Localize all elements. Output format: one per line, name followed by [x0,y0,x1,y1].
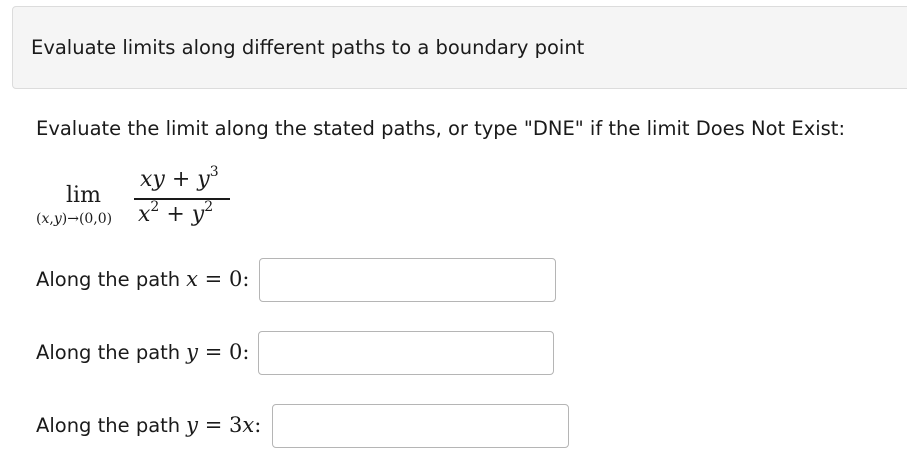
path-label: Along the path [36,340,181,364]
header-title: Evaluate limits along different paths to… [31,36,585,59]
limit-fraction: xy + y3 x2 + y2 [134,164,230,232]
path-colon: : [254,413,262,437]
limit-expression: lim (x,y)→(0,0) xy + y3 x2 + y2 [36,164,296,236]
header-panel: Evaluate limits along different paths to… [12,6,907,89]
path-colon: : [242,267,250,291]
answer-input-y-equals-0[interactable] [258,331,554,375]
path-label: Along the path [36,267,181,291]
instructions-text: Evaluate the limit along the stated path… [36,117,846,140]
path-equation: y = 3x [186,413,255,437]
fraction-numerator: xy + y3 [140,164,219,192]
path-row-y-equals-0: Along the path y = 0: [36,330,249,374]
limit-subscript: (x,y)→(0,0) [36,211,113,227]
path-row-y-equals-3x: Along the path y = 3x: [36,403,261,447]
answer-input-y-equals-3x[interactable] [272,404,569,448]
path-label: Along the path [36,413,181,437]
limit-operator: lim [66,183,101,208]
path-colon: : [242,340,250,364]
fraction-bar [134,198,230,200]
path-row-x-equals-0: Along the path x = 0: [36,257,249,301]
path-equation: x = 0 [186,267,243,291]
path-equation: y = 0 [186,340,243,364]
fraction-denominator: x2 + y2 [138,199,214,227]
answer-input-x-equals-0[interactable] [259,258,556,302]
